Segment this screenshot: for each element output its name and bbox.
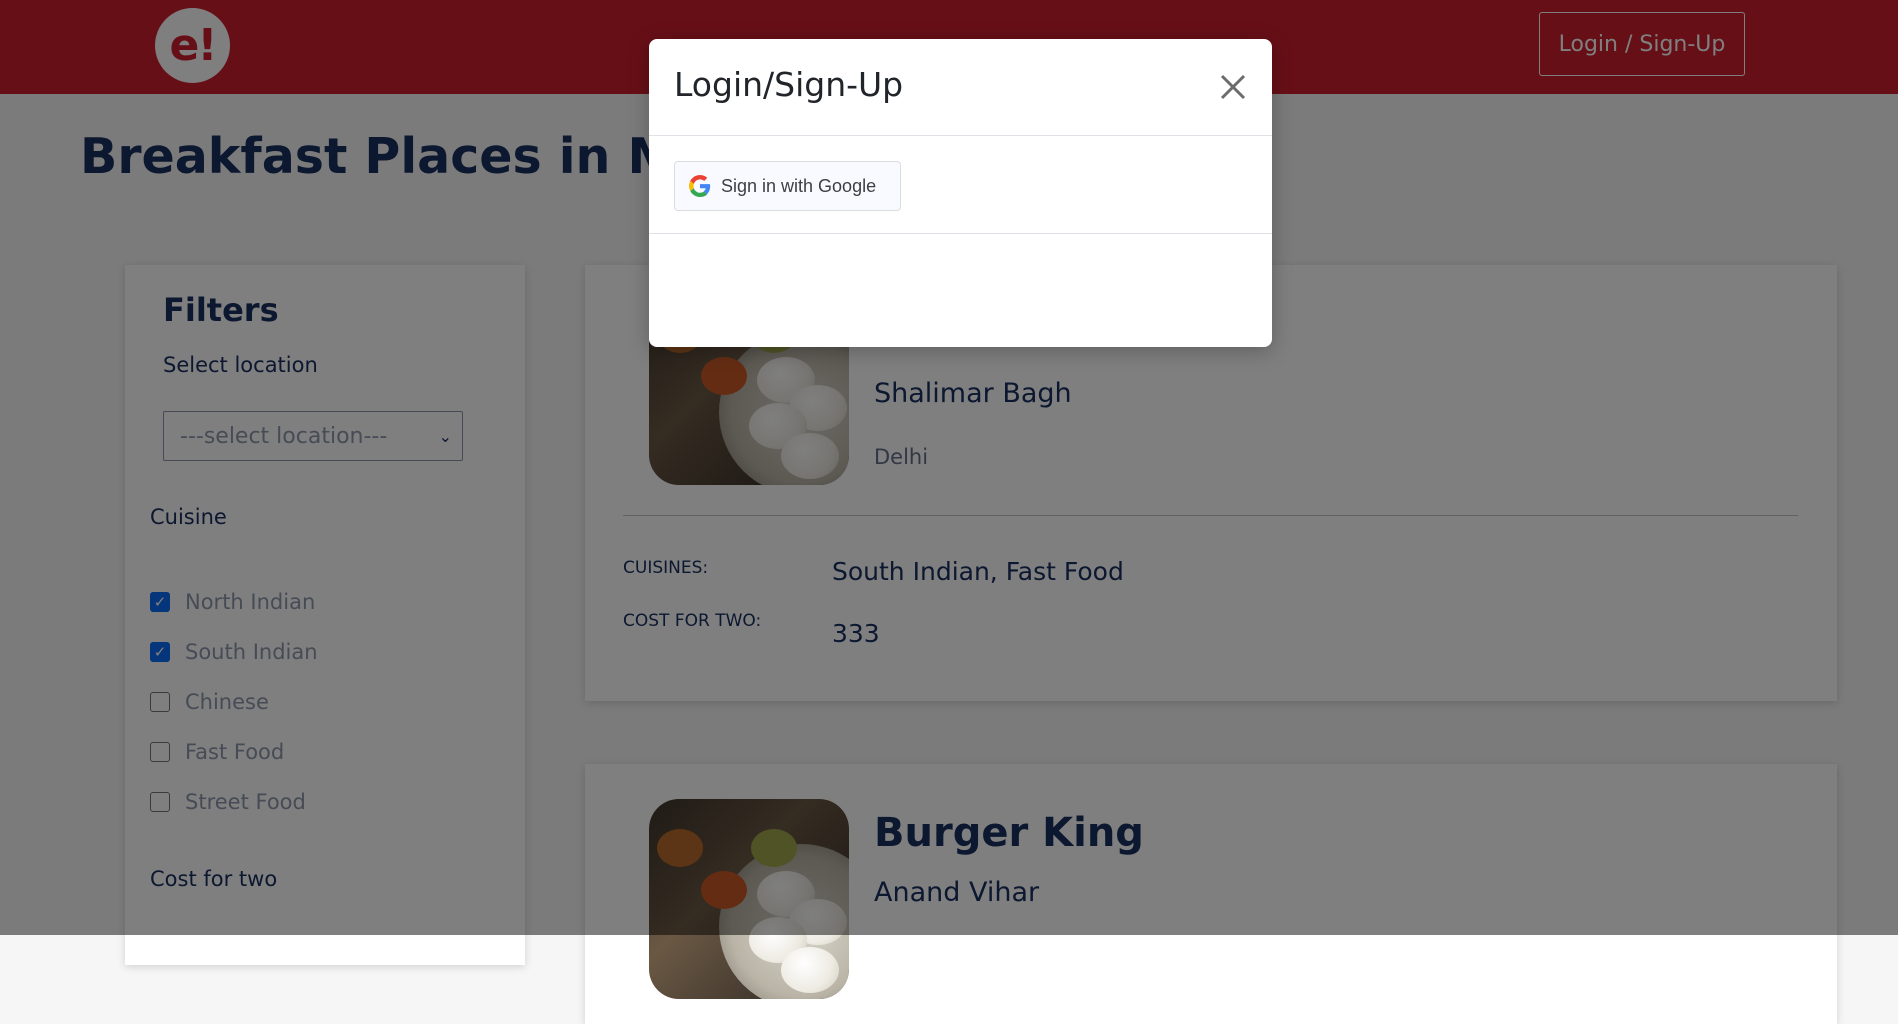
login-modal: Login/Sign-Up Sign in with Google: [649, 39, 1272, 347]
close-icon: [1220, 74, 1246, 100]
google-icon: [689, 175, 711, 197]
google-button-label: Sign in with Google: [721, 175, 877, 196]
modal-title: Login/Sign-Up: [674, 65, 904, 104]
close-button[interactable]: [1215, 69, 1251, 105]
modal-body: Sign in with Google: [649, 136, 1272, 234]
modal-header: Login/Sign-Up: [649, 39, 1272, 136]
google-sign-in-button[interactable]: Sign in with Google: [674, 161, 901, 211]
